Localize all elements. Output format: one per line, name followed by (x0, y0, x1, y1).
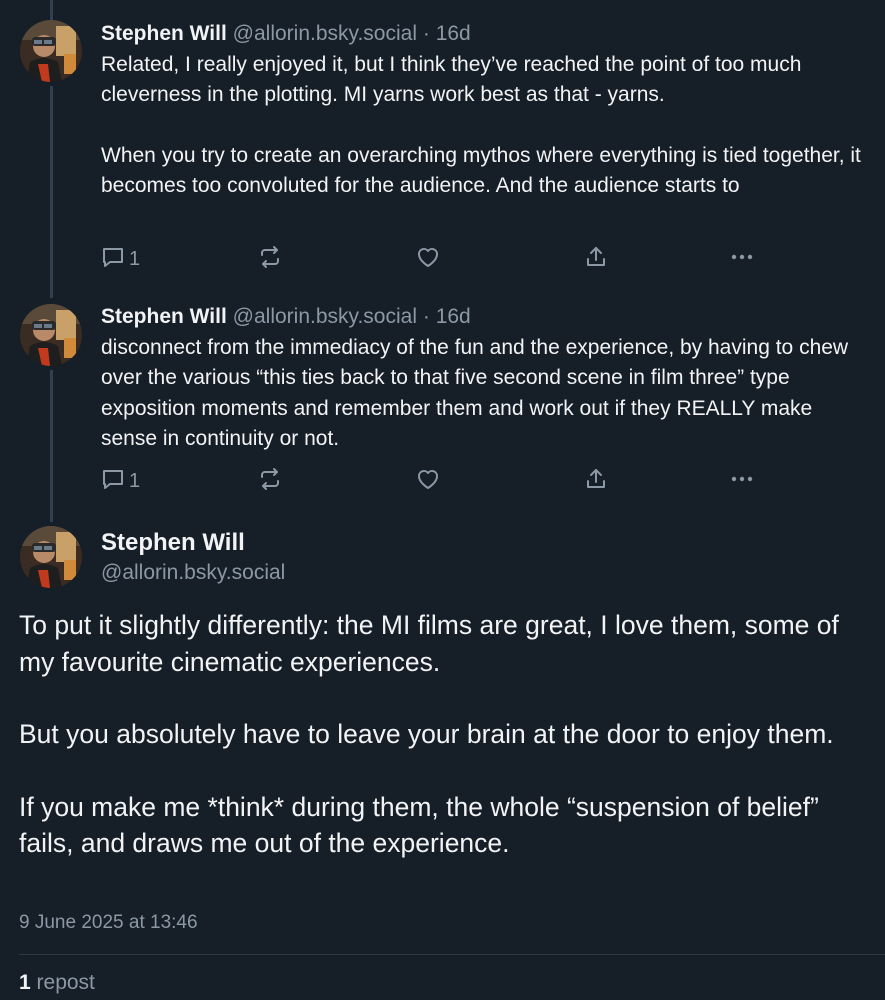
post-timestamp: 9 June 2025 at 13:46 (19, 912, 198, 933)
author-handle[interactable]: @allorin.bsky.social (233, 22, 417, 45)
reply-count: 1 (129, 247, 141, 270)
repost-button[interactable] (258, 466, 282, 496)
reply-post[interactable]: Stephen Will @allorin.bsky.social · 16d … (101, 20, 871, 201)
reply-icon (101, 245, 125, 274)
post-meta: Stephen Will @allorin.bsky.social · 16d (101, 20, 871, 48)
post-actions: 1 (101, 466, 761, 496)
meta-separator: · (422, 22, 430, 45)
reply-button[interactable]: 1 (101, 244, 140, 274)
post-paragraph: But you absolutely have to leave your br… (19, 719, 834, 749)
repost-icon (258, 245, 282, 274)
post-time[interactable]: 16d (436, 305, 471, 328)
more-icon (729, 245, 755, 274)
share-button[interactable] (584, 244, 608, 274)
post-paragraph: Related, I really enjoyed it, but I thin… (101, 53, 802, 107)
main-post-text: To put it slightly differently: the MI f… (19, 607, 871, 862)
avatar[interactable] (20, 20, 82, 82)
repost-icon (258, 467, 282, 496)
post-meta: Stephen Will @allorin.bsky.social · 16d (101, 303, 871, 331)
post-text: Related, I really enjoyed it, but I thin… (101, 50, 871, 201)
post-paragraph: If you make me *think* during them, the … (19, 791, 819, 859)
more-icon (729, 467, 755, 496)
like-button[interactable] (415, 466, 441, 496)
more-button[interactable] (729, 244, 755, 274)
thread-line (50, 86, 53, 298)
author-handle[interactable]: @allorin.bsky.social (101, 558, 285, 588)
repost-stat[interactable]: 1 repost (19, 971, 95, 995)
post-text: disconnect from the immediacy of the fun… (101, 333, 871, 454)
thread-line (50, 370, 53, 522)
reply-post[interactable]: Stephen Will @allorin.bsky.social · 16d … (101, 303, 871, 454)
like-button[interactable] (415, 244, 441, 274)
author-name[interactable]: Stephen Will (101, 22, 227, 45)
share-icon (584, 467, 608, 496)
reply-button[interactable]: 1 (101, 466, 140, 496)
post-paragraph: disconnect from the immediacy of the fun… (101, 336, 849, 450)
thread-line (50, 0, 53, 20)
post-paragraph: To put it slightly differently: the MI f… (19, 610, 839, 677)
avatar[interactable] (20, 526, 82, 588)
main-post-author: Stephen Will @allorin.bsky.social (101, 528, 285, 588)
like-icon (415, 467, 441, 496)
share-button[interactable] (584, 466, 608, 496)
author-name[interactable]: Stephen Will (101, 305, 227, 328)
repost-button[interactable] (258, 244, 282, 274)
more-button[interactable] (729, 466, 755, 496)
author-name[interactable]: Stephen Will (101, 528, 285, 558)
meta-separator: · (422, 305, 430, 328)
author-handle[interactable]: @allorin.bsky.social (233, 305, 417, 328)
post-actions: 1 (101, 244, 761, 274)
share-icon (584, 245, 608, 274)
reply-icon (101, 467, 125, 496)
like-icon (415, 245, 441, 274)
repost-count: 1 (19, 971, 31, 994)
post-time[interactable]: 16d (436, 22, 471, 45)
avatar[interactable] (20, 304, 82, 366)
post-paragraph: When you try to create an overarching my… (101, 143, 861, 197)
repost-label: repost (36, 971, 95, 994)
reply-count: 1 (129, 469, 141, 492)
divider (19, 954, 885, 955)
